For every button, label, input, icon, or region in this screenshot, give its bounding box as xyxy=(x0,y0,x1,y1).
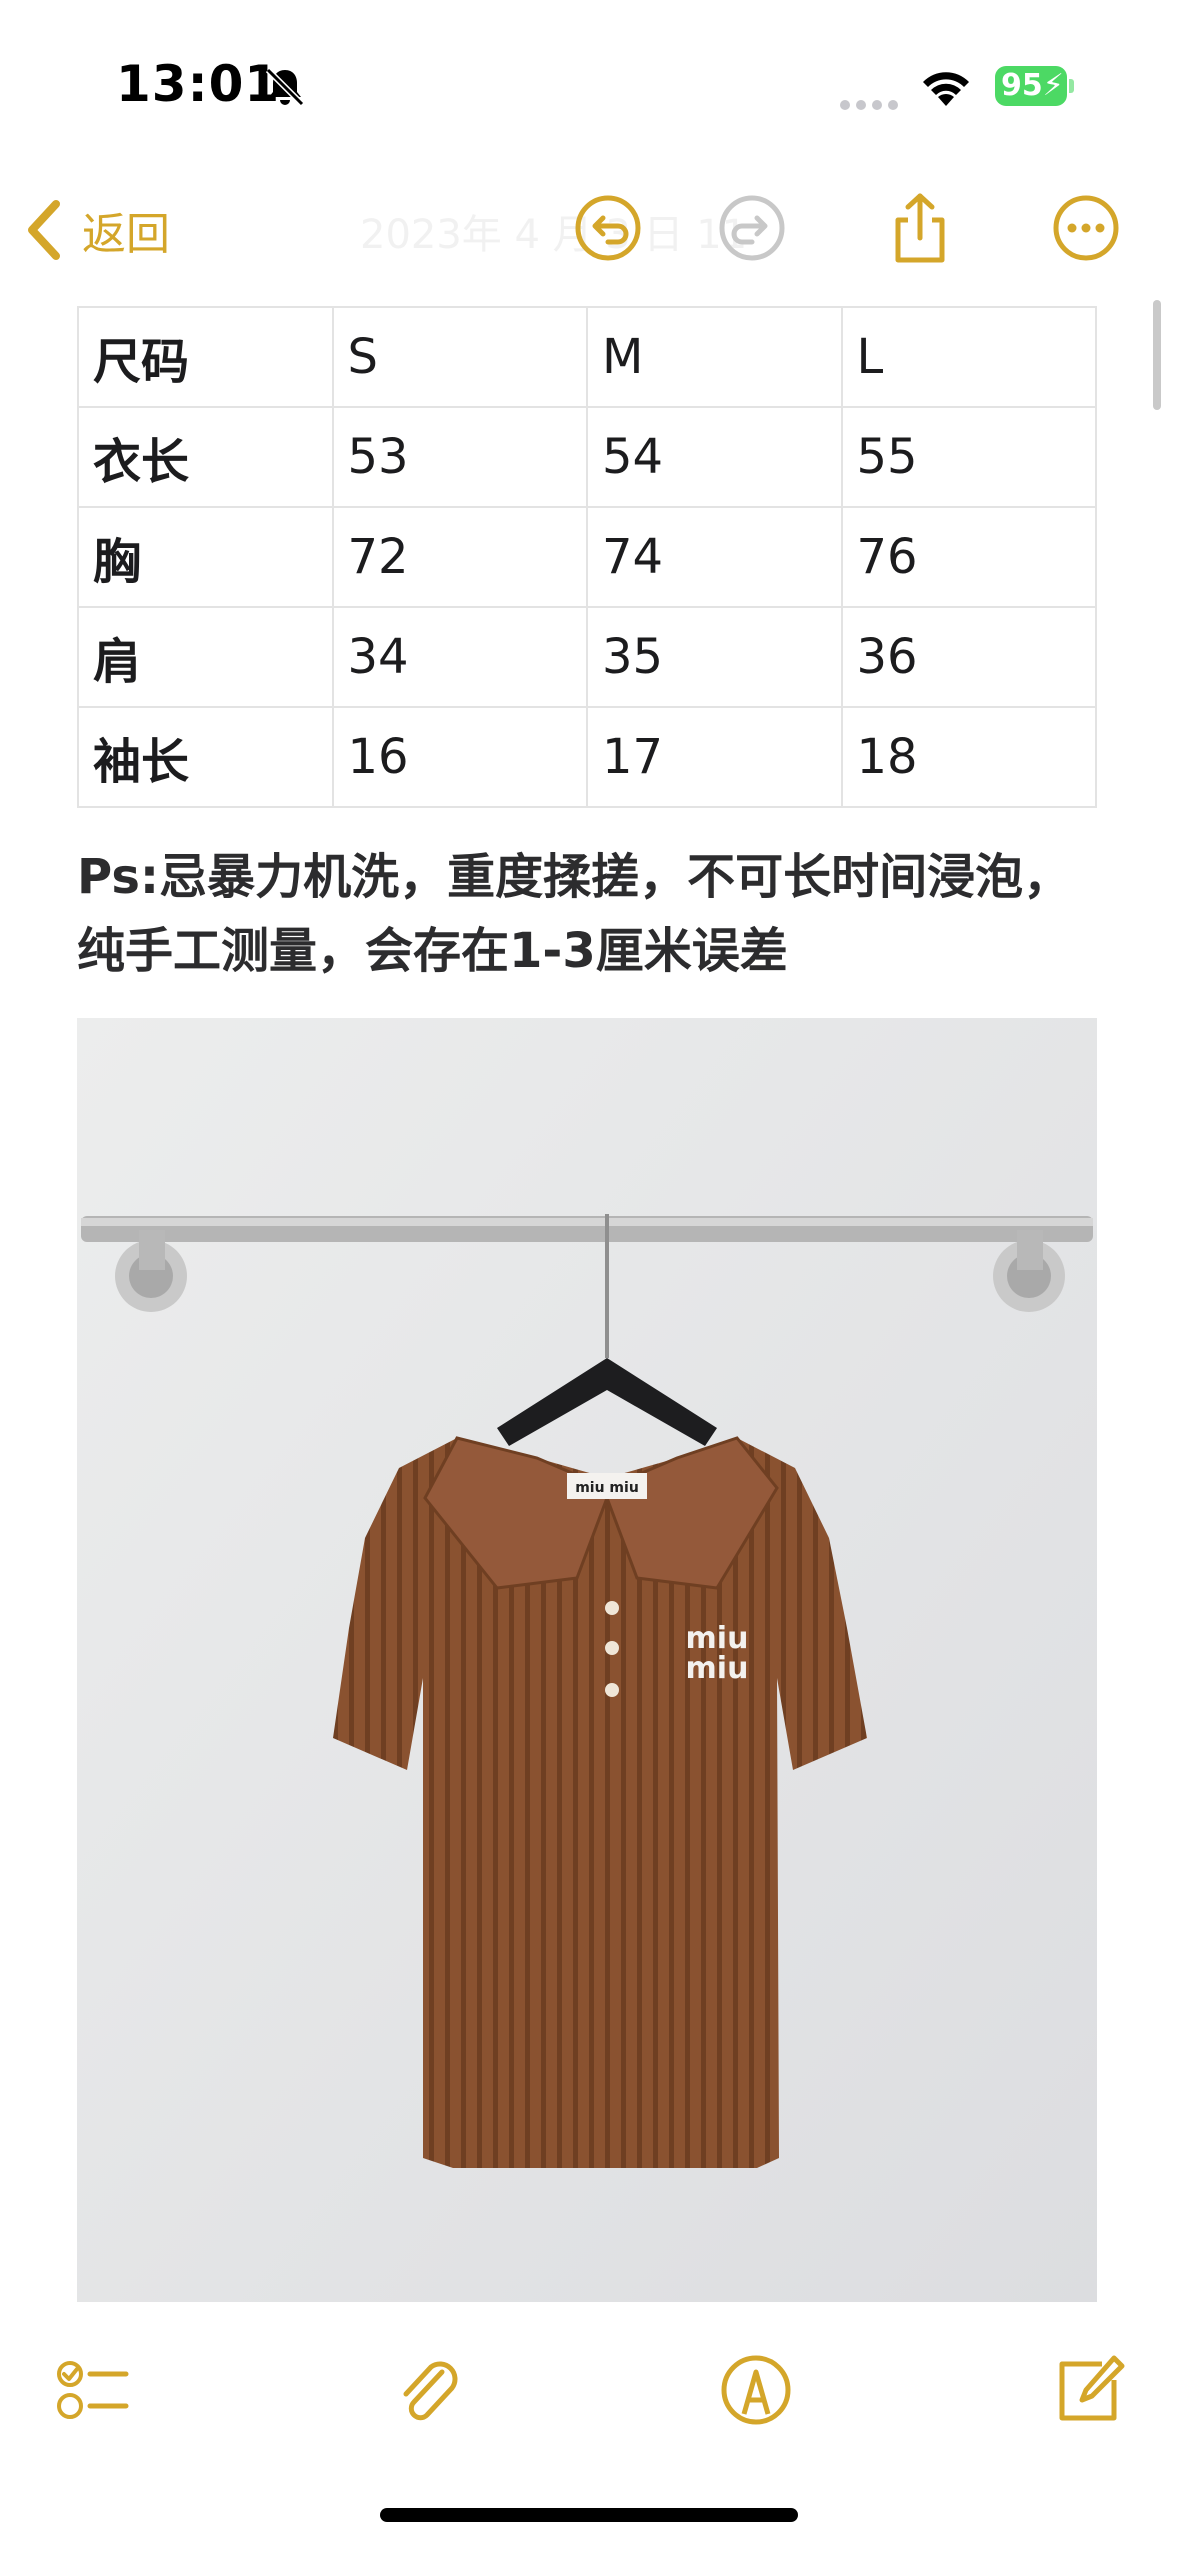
share-icon[interactable] xyxy=(884,192,956,264)
table-cell: 18 xyxy=(840,706,1097,808)
chevron-left-icon xyxy=(28,200,60,260)
paperclip-icon[interactable] xyxy=(388,2350,468,2430)
table-cell: L xyxy=(840,306,1097,408)
compose-icon[interactable] xyxy=(1050,2350,1130,2430)
table-cell: 55 xyxy=(840,406,1097,508)
signal-dots xyxy=(840,95,904,114)
shirt-photo-image: miu miu miu miu xyxy=(77,1018,1097,2302)
checklist-icon[interactable] xyxy=(54,2350,134,2430)
status-time: 13:01 xyxy=(116,55,281,113)
table-cell: 34 xyxy=(331,606,588,708)
table-row: 尺码 S M L xyxy=(77,306,1097,408)
home-indicator[interactable] xyxy=(380,2508,798,2522)
size-table: 尺码 S M L 衣长 53 54 55 胸 72 74 76 肩 34 35 … xyxy=(77,306,1097,808)
table-row: 衣长 53 54 55 xyxy=(77,406,1097,508)
bell-slash-icon xyxy=(265,67,305,107)
table-cell: 衣长 xyxy=(77,406,334,508)
table-cell: S xyxy=(331,306,588,408)
top-toolbar: 返回 2023年 4 月 3 日 11 xyxy=(0,170,1179,290)
table-cell: 74 xyxy=(586,506,843,608)
scroll-indicator[interactable] xyxy=(1153,300,1161,410)
product-photo[interactable]: miu miu miu miu xyxy=(77,1018,1097,2302)
redo-icon[interactable] xyxy=(716,192,788,264)
table-cell: 17 xyxy=(586,706,843,808)
back-label: 返回 xyxy=(82,209,170,260)
wifi-icon xyxy=(923,72,969,106)
battery-level: 95 xyxy=(1001,68,1043,103)
shirt-label: miu miu xyxy=(575,1480,639,1496)
logo-line-2: miu xyxy=(686,1651,749,1686)
table-row: 胸 72 74 76 xyxy=(77,506,1097,608)
back-button[interactable]: 返回 xyxy=(24,190,170,270)
more-icon[interactable] xyxy=(1050,192,1122,264)
table-row: 肩 34 35 36 xyxy=(77,606,1097,708)
battery-indicator: 95⚡ xyxy=(995,66,1074,106)
markup-icon[interactable] xyxy=(716,2350,796,2430)
table-cell: 肩 xyxy=(77,606,334,708)
table-row: 袖长 16 17 18 xyxy=(77,706,1097,808)
note-date-title: 2023年 4 月 3 日 11 xyxy=(360,212,748,258)
table-cell: 35 xyxy=(586,606,843,708)
table-cell: 胸 xyxy=(77,506,334,608)
note-text[interactable]: Ps:忌暴力机洗，重度揉搓，不可长时间浸泡，纯手工测量，会存在1-3厘米误差 xyxy=(77,840,1097,988)
table-cell: M xyxy=(586,306,843,408)
table-cell: 54 xyxy=(586,406,843,508)
table-cell: 36 xyxy=(840,606,1097,708)
bottom-toolbar xyxy=(0,2310,1179,2460)
status-bar: 13:01 95⚡ xyxy=(0,0,1179,170)
table-cell: 76 xyxy=(840,506,1097,608)
table-cell: 16 xyxy=(331,706,588,808)
table-cell: 72 xyxy=(331,506,588,608)
undo-icon[interactable] xyxy=(572,192,644,264)
table-cell: 袖长 xyxy=(77,706,334,808)
table-cell: 53 xyxy=(331,406,588,508)
table-cell: 尺码 xyxy=(77,306,334,408)
